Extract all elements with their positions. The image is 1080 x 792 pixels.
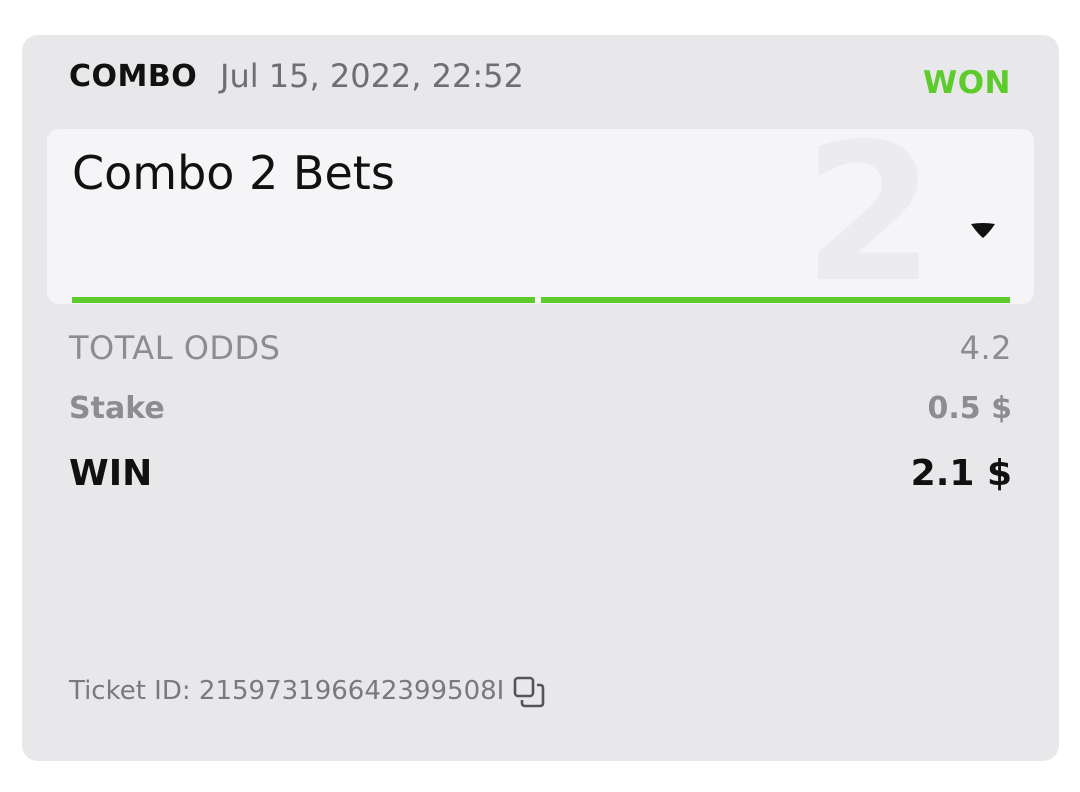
bet-title: Combo 2 Bets bbox=[72, 146, 395, 200]
selection-progress-segment bbox=[72, 297, 535, 303]
win-value: 2.1 $ bbox=[910, 453, 1012, 494]
copy-icon[interactable] bbox=[512, 675, 546, 709]
caret-down-icon[interactable] bbox=[969, 221, 997, 241]
win-label: WIN bbox=[69, 453, 153, 494]
total-odds-label: TOTAL ODDS bbox=[69, 329, 281, 367]
selection-count-watermark: 2 bbox=[803, 129, 936, 304]
selection-progress-segment bbox=[541, 297, 1010, 303]
bet-history-card: COMBO Jul 15, 2022, 22:52 WON 2 Combo 2 … bbox=[22, 35, 1059, 761]
stake-value: 0.5 $ bbox=[927, 391, 1012, 426]
bet-type-label: COMBO bbox=[69, 59, 198, 94]
status-badge: WON bbox=[923, 65, 1011, 101]
ticket-id: Ticket ID: 215973196642399508I bbox=[69, 676, 505, 706]
stake-label: Stake bbox=[69, 391, 165, 426]
combo-bets-panel[interactable]: 2 Combo 2 Bets bbox=[47, 129, 1034, 304]
bet-date: Jul 15, 2022, 22:52 bbox=[220, 57, 524, 95]
total-odds-value: 4.2 bbox=[959, 329, 1012, 367]
